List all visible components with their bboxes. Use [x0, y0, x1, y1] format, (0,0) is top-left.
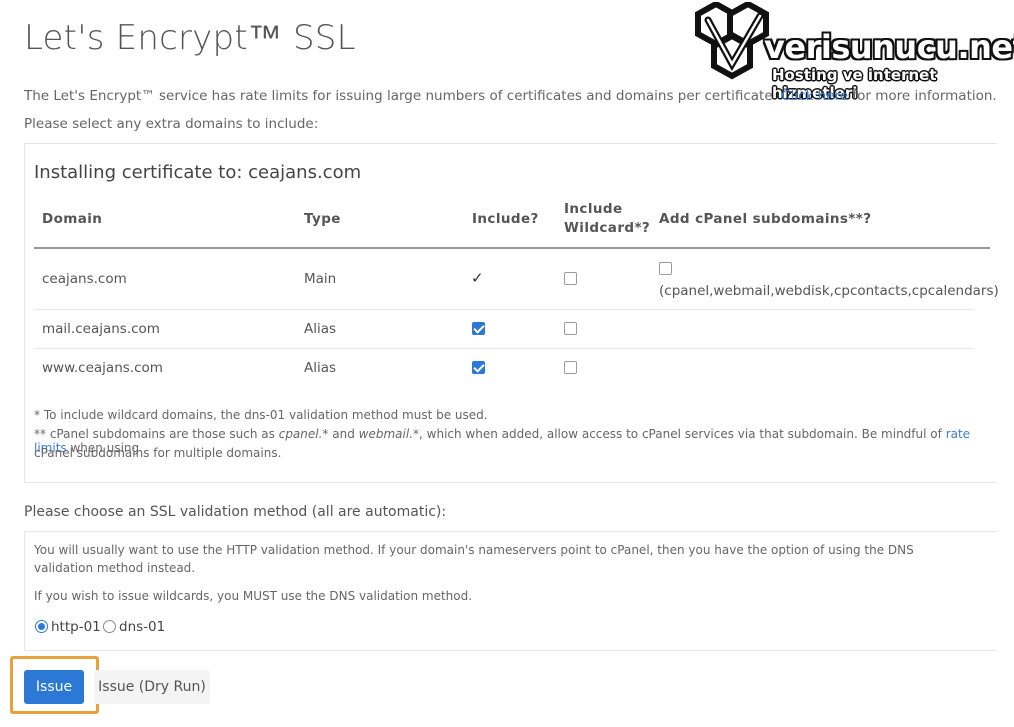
note-webmail-example: webmail.* [358, 427, 420, 441]
included-check-icon: ✓ [471, 269, 484, 287]
note-text: , which when added, allow access to cPan… [419, 427, 942, 441]
header-divider [34, 247, 990, 249]
column-cpanel-subdomains: Add cPanel subdomains**? [659, 211, 872, 227]
note-cpanel-example: cpanel.* [278, 427, 329, 441]
domain-cell: www.ceajans.com [42, 360, 163, 376]
note-text: ** cPanel subdomains are those such as [34, 427, 275, 441]
brand-logo: verisunucu.net Hosting ve internet hizme… [694, 2, 1014, 102]
cpanel-subdomains-list: (cpanel,webmail,webdisk,cpcontacts,cpcal… [659, 283, 999, 299]
intro-text: The Let's Encrypt™ service has rate limi… [24, 88, 777, 104]
column-domain: Domain [42, 211, 103, 227]
dns-01-label[interactable]: dns-01 [119, 619, 165, 635]
column-wildcard-line2: Wildcard*? [564, 220, 651, 236]
certificate-heading: Installing certificate to: ceajans.com [34, 162, 362, 183]
wildcard-note: * To include wildcard domains, the dns-0… [34, 408, 488, 422]
wildcard-checkbox[interactable] [564, 322, 577, 335]
dns-01-radio[interactable] [103, 620, 116, 633]
validation-panel: You will usually want to use the HTTP va… [24, 531, 997, 651]
include-checkbox[interactable] [472, 322, 485, 335]
subdomains-note-line2: cPanel subdomains for multiple domains. [34, 446, 282, 460]
type-cell: Alias [304, 360, 337, 376]
validation-method-label: Please choose an SSL validation method (… [24, 504, 447, 520]
click-here-link[interactable]: Click here [781, 88, 848, 104]
issue-dry-run-button[interactable]: Issue (Dry Run) [94, 670, 210, 704]
wildcard-dns-text: If you wish to issue wildcards, you MUST… [34, 589, 473, 603]
logo-hexagon-icon [695, 2, 769, 80]
issue-button[interactable]: Issue [24, 670, 84, 704]
column-type: Type [304, 211, 341, 227]
wildcard-checkbox[interactable] [564, 361, 577, 374]
column-include: Include? [472, 211, 539, 227]
column-include-wildcard: Include Wildcard*? [564, 200, 650, 238]
logo-brand-text: verisunucu.net [764, 28, 1014, 66]
table-row: mail.ceajans.com Alias [34, 310, 974, 349]
certificate-panel: Installing certificate to: ceajans.com D… [24, 143, 999, 483]
intro-suffix: for more information. [852, 88, 997, 104]
select-domains-label: Please select any extra domains to inclu… [24, 116, 319, 132]
type-cell: Alias [304, 321, 337, 337]
table-row: ceajans.com Main ✓ (cpanel,webmail,webdi… [34, 250, 999, 310]
include-checkbox[interactable] [472, 361, 485, 374]
wildcard-checkbox[interactable] [564, 272, 577, 285]
type-cell: Main [304, 271, 337, 287]
note-text: and [332, 427, 355, 441]
rate-limit-intro: The Let's Encrypt™ service has rate limi… [24, 88, 997, 104]
http-01-radio[interactable] [35, 620, 48, 633]
cpanel-subdomains-checkbox[interactable] [659, 262, 672, 275]
table-row: www.ceajans.com Alias [34, 349, 974, 388]
http-01-label[interactable]: http-01 [51, 619, 101, 635]
page-title: Let's Encrypt™ SSL [24, 18, 356, 58]
column-wildcard-line1: Include [564, 201, 623, 217]
validation-help-text: You will usually want to use the HTTP va… [34, 543, 914, 575]
domain-cell: mail.ceajans.com [42, 321, 160, 337]
domain-cell: ceajans.com [42, 271, 127, 287]
